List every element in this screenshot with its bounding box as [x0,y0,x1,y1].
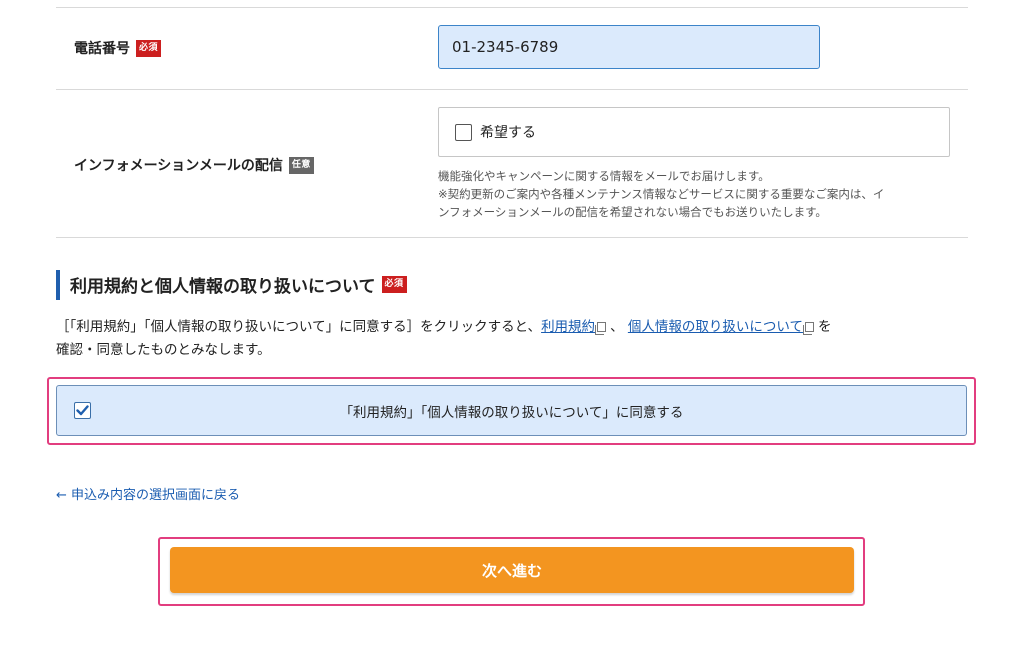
terms-title-text: 利用規約と個人情報の取り扱いについて [70,277,376,297]
required-badge: 必須 [381,276,407,293]
info-mail-option-label: 希望する [480,125,536,141]
terms-of-use-link[interactable]: 利用規約 [541,319,595,335]
info-mail-option[interactable]: 希望する [438,107,950,157]
checkmark-icon [76,405,89,416]
next-button-label: 次へ進む [481,561,542,580]
required-badge: 必須 [136,39,162,57]
optional-badge: 任意 [288,156,314,174]
info-mail-note-line: ンフォメーションメールの配信を希望されない場合でもお送りいたします。 [438,205,827,219]
section-accent-bar [56,270,60,300]
external-link-icon [595,322,607,335]
terms-section-title: 利用規約と個人情報の取り扱いについて 必須 [70,272,407,297]
terms-description: ［「利用規約」「個人情報の取り扱いについて」に同意する］をクリックすると、利用規… [56,316,971,362]
phone-label: 電話番号 必須 [74,38,162,58]
info-mail-note-line: 機能強化やキャンペーンに関する情報をメールでお届けします。 [438,169,770,183]
privacy-policy-link[interactable]: 個人情報の取り扱いについて [628,319,803,335]
info-mail-note: 機能強化やキャンペーンに関する情報をメールでお届けします。 ※契約更新のご案内や… [438,167,958,221]
phone-label-text: 電話番号 [74,41,130,57]
info-mail-note-line: ※契約更新のご案内や各種メンテナンス情報などサービスに関する重要なご案内は、イ [438,187,885,201]
terms-separator: 、 [610,319,624,335]
divider-middle [56,89,968,90]
info-mail-label: インフォメーションメールの配信 任意 [74,155,314,175]
terms-text-suffix: を [817,319,832,335]
terms-text-prefix: ［「利用規約」「個人情報の取り扱いについて」に同意する］をクリックすると、 [56,319,542,335]
info-mail-label-text: インフォメーションメールの配信 [74,158,283,174]
phone-input-value: 01-2345-6789 [452,38,559,56]
back-to-selection-link[interactable]: ← 申込み内容の選択画面に戻る [56,484,240,503]
divider-bottom [56,237,968,238]
agree-checkbox-row[interactable]: 「利用規約」「個人情報の取り扱いについて」に同意する [56,385,967,436]
info-mail-checkbox[interactable] [455,123,472,141]
agree-checkbox[interactable] [74,402,91,419]
terms-text-line2: 確認・同意したものとみなします。 [56,342,271,358]
external-link-icon [802,322,814,335]
next-button[interactable]: 次へ進む [170,547,854,593]
phone-input[interactable]: 01-2345-6789 [438,25,820,69]
agree-label: 「利用規約」「個人情報の取り扱いについて」に同意する [339,404,684,421]
divider-top [56,7,968,8]
